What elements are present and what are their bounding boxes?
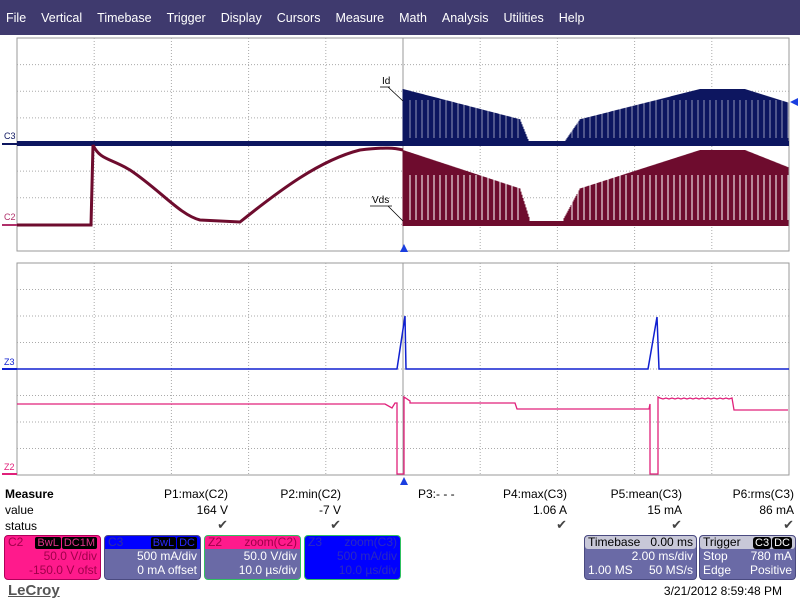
z2-marker-label: Z2 xyxy=(4,462,15,472)
p5-value: 15 mA xyxy=(647,503,682,517)
trigger-coupling: DC xyxy=(772,537,792,549)
c3-tag-coupling: DC xyxy=(177,537,197,549)
menu-vertical[interactable]: Vertical xyxy=(41,11,82,25)
c3-marker-label: C3 xyxy=(4,131,16,141)
measure-title: Measure xyxy=(5,487,54,501)
trigger-source: C3 xyxy=(753,537,772,549)
menu-timebase[interactable]: Timebase xyxy=(97,11,151,25)
annotation-id-leader xyxy=(387,86,404,102)
z3-descriptor-box[interactable]: Z3 zoom(C3) 500 mA/div 10.0 µs/div xyxy=(304,535,401,580)
c2-tag-coupling: DC1M xyxy=(61,537,97,549)
p1-value: 164 V xyxy=(196,503,228,517)
c3-id: C3 xyxy=(108,535,124,549)
trigger-slope: Positive xyxy=(749,563,792,577)
trigger-box[interactable]: Trigger C3 DC Stop 780 mA Edge Positive xyxy=(699,535,796,580)
trigger-type: Edge xyxy=(703,563,732,577)
c2-waveform xyxy=(17,144,404,227)
c3-amps-div: 500 mA/div xyxy=(136,549,197,563)
c3-offset: 0 mA offset xyxy=(137,563,197,577)
p5-name[interactable]: P5:mean(C3) xyxy=(572,487,682,501)
waveform-display[interactable]: C3 C2 Z3 Z2 Id Vds xyxy=(0,35,800,485)
trigger-label: Trigger xyxy=(703,535,741,549)
p2-name[interactable]: P2:min(C2) xyxy=(231,487,341,501)
p6-name[interactable]: P6:rms(C3) xyxy=(684,487,794,501)
lecroy-logo: LeCroy xyxy=(8,582,60,599)
datetime: 3/21/2012 8:59:48 PM xyxy=(663,584,782,598)
timebase-label: Timebase xyxy=(588,535,641,549)
menu-utilities[interactable]: Utilities xyxy=(503,11,543,25)
p3-name[interactable]: P3:- - - xyxy=(418,487,455,501)
c2-marker-label: C2 xyxy=(4,212,16,222)
z2-volts-div: 50.0 V/div xyxy=(243,549,297,563)
p2-value: -7 V xyxy=(318,503,341,517)
p6-value: 86 mA xyxy=(759,503,794,517)
trigger-mode: Stop xyxy=(703,549,728,563)
menu-measure[interactable]: Measure xyxy=(335,11,384,25)
menu-help[interactable]: Help xyxy=(559,11,585,25)
timebase-rate: 50 MS/s xyxy=(648,563,693,577)
z3-marker-label: Z3 xyxy=(4,357,15,367)
zoom-trigger-position-marker[interactable] xyxy=(400,477,408,485)
c3-marker[interactable] xyxy=(2,143,17,145)
timebase-samples: 1.00 MS xyxy=(588,563,633,577)
c2-descriptor-box[interactable]: C2 BwL DC1M 50.0 V/div -150.0 V ofst xyxy=(4,535,101,580)
timebase-per-div: 2.00 ms/div xyxy=(631,549,693,563)
c3-tag-bwl: BwL xyxy=(150,537,177,549)
z3-time-div: 10.0 µs/div xyxy=(338,563,397,577)
measure-row-status-label: status xyxy=(5,519,38,533)
c2-volts-div: 50.0 V/div xyxy=(43,549,97,563)
p1-status-icon: ✔ xyxy=(217,517,228,532)
c2-tag-bwl: BwL xyxy=(35,537,61,549)
z3-source: zoom(C3) xyxy=(344,535,397,549)
measure-row-value-label: value xyxy=(5,503,34,517)
vds-gap-segment xyxy=(525,221,565,226)
c2-offset: -150.0 V ofst xyxy=(28,563,97,577)
menu-display[interactable]: Display xyxy=(221,11,262,25)
c2-marker[interactable] xyxy=(2,224,17,226)
annotation-id: Id xyxy=(382,76,390,87)
p4-status-icon: ✔ xyxy=(556,517,567,532)
timebase-delay: 0.00 ms xyxy=(650,535,693,549)
p4-name[interactable]: P4:max(C3) xyxy=(457,487,567,501)
menu-trigger[interactable]: Trigger xyxy=(167,11,206,25)
trigger-level-marker[interactable] xyxy=(790,98,798,106)
z2-time-div: 10.0 µs/div xyxy=(238,563,297,577)
z3-marker[interactable] xyxy=(2,368,17,370)
p4-value: 1.06 A xyxy=(532,503,567,517)
menu-file[interactable]: File xyxy=(6,11,26,25)
c3-descriptor-box[interactable]: C3 BwL DC 500 mA/div 0 mA offset xyxy=(104,535,201,580)
z3-amps-div: 500 mA/div xyxy=(336,549,397,563)
trigger-position-marker[interactable] xyxy=(400,244,408,252)
menu-cursors[interactable]: Cursors xyxy=(277,11,321,25)
z2-id: Z2 xyxy=(208,535,223,549)
menu-bar: File Vertical Timebase Trigger Display C… xyxy=(0,0,800,35)
z2-descriptor-box[interactable]: Z2 zoom(C2) 50.0 V/div 10.0 µs/div xyxy=(204,535,301,580)
menu-math[interactable]: Math xyxy=(399,11,427,25)
upper-traces xyxy=(17,89,789,227)
p5-status-icon: ✔ xyxy=(671,517,682,532)
p2-status-icon: ✔ xyxy=(330,517,341,532)
z3-id: Z3 xyxy=(308,535,323,549)
trigger-level: 780 mA xyxy=(750,549,792,563)
c2-id: C2 xyxy=(8,535,24,549)
annotation-vds: Vds xyxy=(372,195,389,206)
p1-name[interactable]: P1:max(C2) xyxy=(118,487,228,501)
p6-status-icon: ✔ xyxy=(783,517,794,532)
z2-source: zoom(C2) xyxy=(244,535,297,549)
timebase-box[interactable]: Timebase 0.00 ms 2.00 ms/div 1.00 MS 50 MS… xyxy=(584,535,697,580)
menu-analysis[interactable]: Analysis xyxy=(442,11,489,25)
z2-marker[interactable] xyxy=(2,473,17,475)
annotation-vds-leader xyxy=(387,205,404,222)
